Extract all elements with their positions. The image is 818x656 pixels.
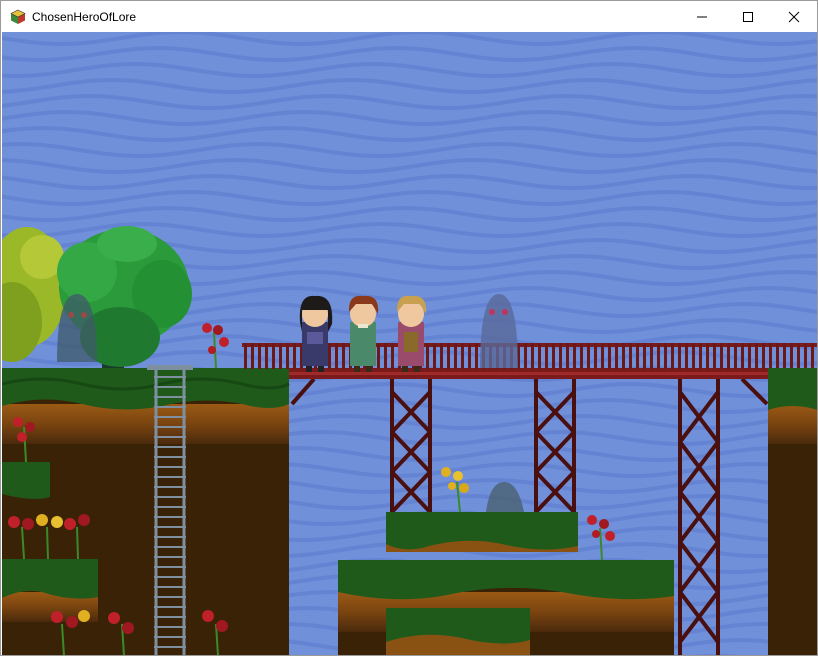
railing-post	[524, 343, 527, 369]
hero-blonde-hair[interactable]	[396, 295, 427, 372]
railing-post	[783, 343, 786, 369]
railing-post	[566, 343, 569, 369]
window-controls	[679, 1, 817, 32]
ledge-upper-left	[2, 462, 50, 522]
title-bar[interactable]: ChosenHeroOfLore	[1, 1, 817, 32]
railing-post	[587, 343, 590, 369]
railing-post	[251, 343, 254, 369]
railing-post	[279, 343, 282, 369]
hero-dark-hair[interactable]	[299, 295, 333, 372]
railing-post	[608, 343, 611, 369]
maximize-icon	[743, 11, 753, 22]
hero-brown-hair[interactable]	[348, 295, 379, 372]
railing-post	[447, 343, 450, 369]
railing-post	[720, 343, 723, 369]
railing-post	[776, 343, 779, 369]
railing-post	[671, 343, 674, 369]
railing-post	[706, 343, 709, 369]
minimize-icon	[697, 16, 707, 17]
right-cliff	[768, 368, 817, 655]
railing-post	[699, 343, 702, 369]
close-button[interactable]	[771, 1, 817, 32]
maximize-button[interactable]	[725, 1, 771, 32]
railing-post	[790, 343, 793, 369]
railing-post	[748, 343, 751, 369]
game-canvas[interactable]	[2, 32, 818, 656]
railing-post	[657, 343, 660, 369]
railing-post	[615, 343, 618, 369]
railing-post	[272, 343, 275, 369]
ledge-lower-left	[2, 559, 98, 655]
railing-post	[762, 343, 765, 369]
railing-post	[244, 343, 247, 369]
railing-post	[293, 343, 296, 369]
close-icon	[788, 11, 800, 22]
railing-post	[741, 343, 744, 369]
railing-post	[594, 343, 597, 369]
railing-post	[258, 343, 261, 369]
game-window: ChosenHeroOfLore	[0, 0, 818, 656]
railing-post	[328, 343, 331, 369]
railing-post	[335, 343, 338, 369]
railing-post	[440, 343, 443, 369]
railing-post	[797, 343, 800, 369]
window-title: ChosenHeroOfLore	[32, 9, 137, 24]
game-cube-icon	[10, 9, 26, 24]
railing-post	[545, 343, 548, 369]
railing-post	[461, 343, 464, 369]
railing-post	[636, 343, 639, 369]
platform-middle-upper	[386, 512, 578, 552]
railing-post	[391, 343, 394, 369]
railing-post	[433, 343, 436, 369]
railing-post	[643, 343, 646, 369]
railing-post	[552, 343, 555, 369]
railing-post	[713, 343, 716, 369]
railing-post	[804, 343, 807, 369]
railing-post	[811, 343, 814, 369]
railing-post	[678, 343, 681, 369]
railing-post	[286, 343, 289, 369]
railing-post	[734, 343, 737, 369]
railing-post	[755, 343, 758, 369]
railing-post	[650, 343, 653, 369]
railing-post	[580, 343, 583, 369]
railing-post	[559, 343, 562, 369]
railing-post	[692, 343, 695, 369]
railing-post	[265, 343, 268, 369]
platform-bottom	[386, 608, 530, 655]
railing-post	[531, 343, 534, 369]
railing-post	[384, 343, 387, 369]
railing-post	[685, 343, 688, 369]
railing-post	[727, 343, 730, 369]
railing-post	[622, 343, 625, 369]
railing-post	[573, 343, 576, 369]
railing-post	[601, 343, 604, 369]
railing-post	[629, 343, 632, 369]
railing-post	[468, 343, 471, 369]
minimize-button[interactable]	[679, 1, 725, 32]
railing-post	[538, 343, 541, 369]
railing-post	[377, 343, 380, 369]
railing-post	[454, 343, 457, 369]
railing-post	[342, 343, 345, 369]
railing-post	[769, 343, 772, 369]
railing-post	[664, 343, 667, 369]
railing-post	[426, 343, 429, 369]
railing-post	[475, 343, 478, 369]
